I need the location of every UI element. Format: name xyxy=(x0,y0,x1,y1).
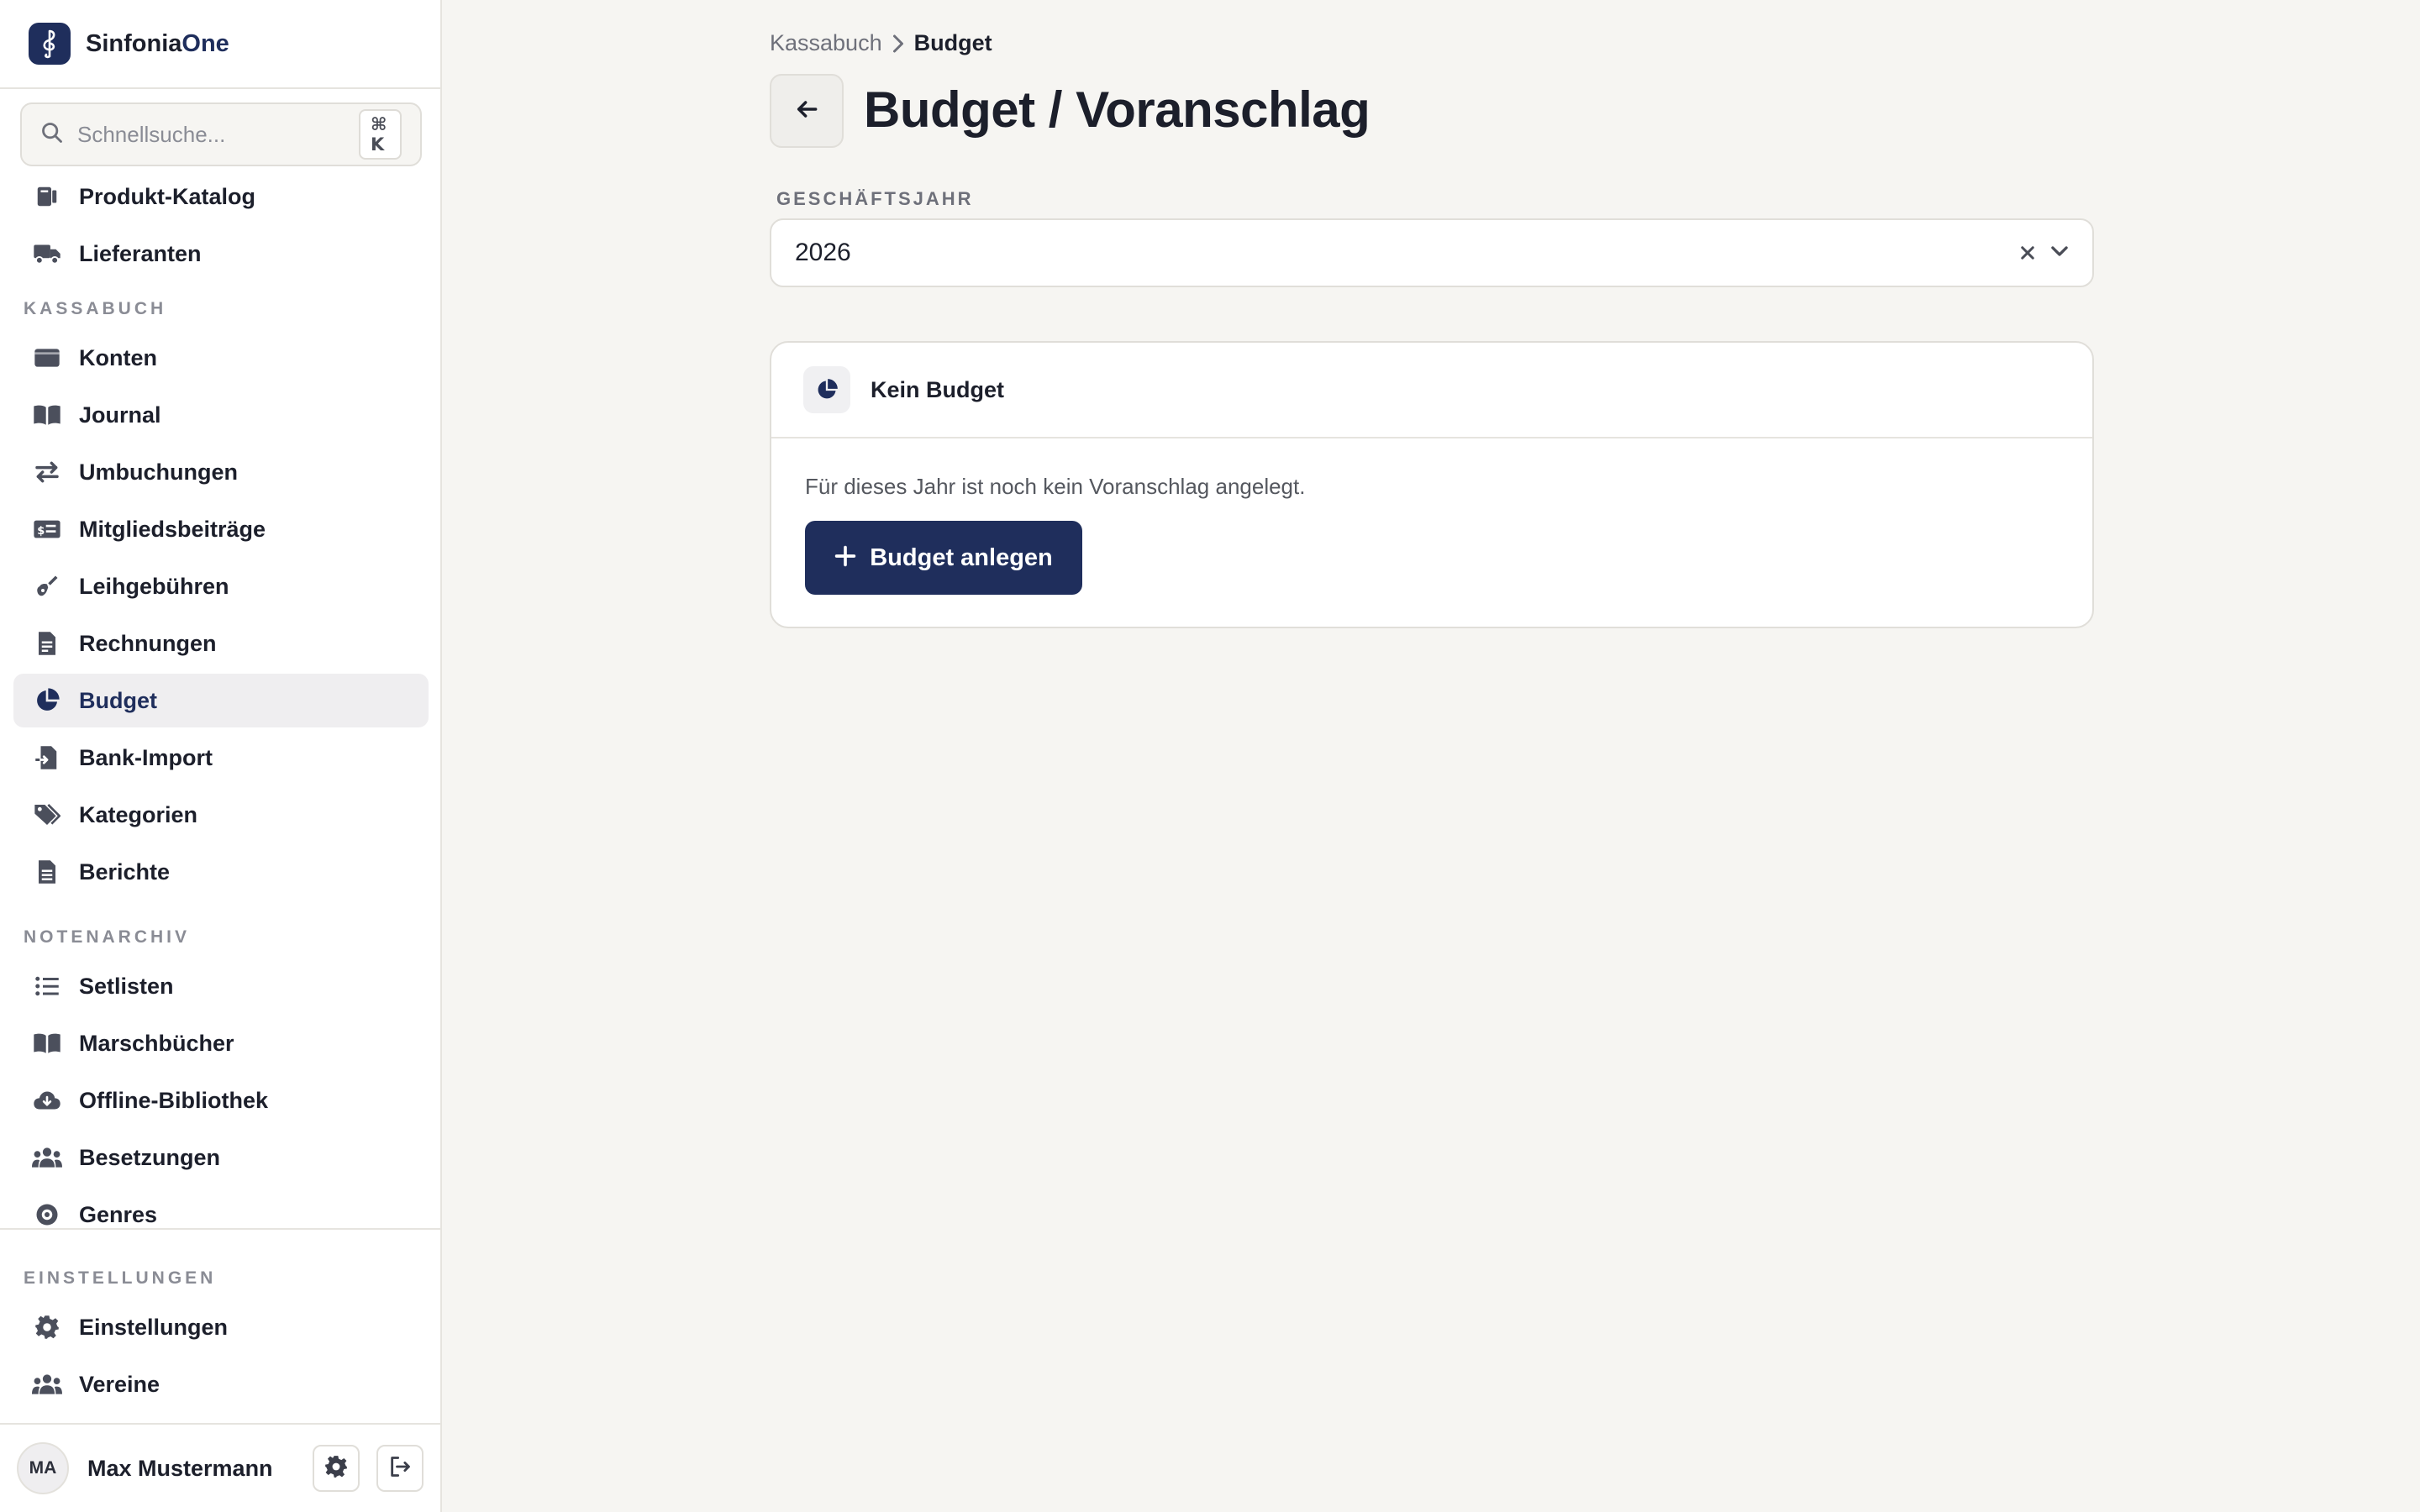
section-title-notenarchiv: NOTENARCHIV xyxy=(24,927,191,947)
money-card-icon: $ xyxy=(32,514,62,544)
sidebar-item-konten[interactable]: Konten xyxy=(13,331,429,385)
fiscal-year-value: 2026 xyxy=(795,239,851,266)
sidebar-item-label: Journal xyxy=(79,402,161,428)
invoice-icon xyxy=(32,628,62,659)
cloud-download-icon xyxy=(32,1085,62,1116)
sidebar-item-setlisten[interactable]: Setlisten xyxy=(13,959,429,1013)
sidebar-item-rechnungen[interactable]: Rechnungen xyxy=(13,617,429,670)
brand-header: SinfoniaOne xyxy=(0,0,440,89)
breadcrumb-current: Budget xyxy=(913,30,992,55)
fiscal-year-label: GESCHÄFTSJAHR xyxy=(776,188,974,209)
fiscal-year-select[interactable]: 2026 xyxy=(770,218,2094,287)
search-input[interactable] xyxy=(77,121,359,148)
sidebar: SinfoniaOne ⌘ K Produkt-Katalog Lieferan… xyxy=(0,0,442,1512)
file-import-icon xyxy=(32,743,62,773)
sidebar-item-label: Genres xyxy=(79,1201,158,1227)
sidebar-item-label: Leihgebühren xyxy=(79,573,229,599)
pie-chart-icon xyxy=(803,366,850,413)
sidebar-nav: Produkt-Katalog Lieferanten KASSABUCH Ko… xyxy=(0,168,440,1228)
sidebar-item-label: Berichte xyxy=(79,858,171,885)
list-icon xyxy=(32,971,62,1001)
app-logo xyxy=(29,23,71,65)
logout-button[interactable] xyxy=(376,1445,424,1492)
users-icon xyxy=(32,1369,62,1399)
book-open-icon xyxy=(32,400,62,430)
report-icon xyxy=(32,857,62,887)
chevron-down-icon[interactable] xyxy=(2049,240,2070,266)
breadcrumb: Kassabuch Budget xyxy=(770,30,992,56)
app-name: SinfoniaOne xyxy=(86,29,229,57)
nav-divider xyxy=(0,1228,440,1230)
search-shortcut-badge: ⌘ K xyxy=(359,109,402,160)
truck-icon xyxy=(32,239,62,269)
empty-state-message: Für dieses Jahr ist noch kein Voranschla… xyxy=(805,474,1306,499)
sidebar-item-mitgliedsbeitraege[interactable]: $ Mitgliedsbeiträge xyxy=(13,502,429,556)
user-settings-button[interactable] xyxy=(313,1445,360,1492)
book-open-icon xyxy=(32,1028,62,1058)
sidebar-item-label: Marschbücher xyxy=(79,1030,234,1056)
sidebar-item-offline-bibliothek[interactable]: Offline-Bibliothek xyxy=(13,1074,429,1127)
sidebar-item-label: Umbuchungen xyxy=(79,459,238,485)
back-button[interactable] xyxy=(770,74,844,148)
section-title-kassabuch: KASSABUCH xyxy=(24,299,167,318)
users-icon xyxy=(32,1142,62,1173)
sidebar-item-produkt-katalog[interactable]: Produkt-Katalog xyxy=(13,170,429,223)
record-icon xyxy=(32,1200,62,1228)
pie-chart-icon xyxy=(32,685,62,716)
quick-search[interactable]: ⌘ K xyxy=(20,102,422,166)
sidebar-item-journal[interactable]: Journal xyxy=(13,388,429,442)
arrow-left-icon xyxy=(793,96,820,127)
sidebar-item-label: Kategorien xyxy=(79,801,198,827)
sidebar-item-kategorien[interactable]: Kategorien xyxy=(13,788,429,842)
user-panel: MA Max Mustermann xyxy=(0,1425,440,1512)
sidebar-item-einstellungen[interactable]: Einstellungen xyxy=(13,1300,429,1354)
section-title-einstellungen: EINSTELLUNGEN xyxy=(24,1268,217,1288)
sidebar-item-label: Offline-Bibliothek xyxy=(79,1087,268,1113)
sidebar-item-bank-import[interactable]: Bank-Import xyxy=(13,731,429,785)
sidebar-item-label: Budget xyxy=(79,687,157,713)
gear-icon xyxy=(324,1455,348,1483)
budget-card: Kein Budget Für dieses Jahr ist noch kei… xyxy=(770,341,2094,628)
breadcrumb-link-kassabuch[interactable]: Kassabuch xyxy=(770,30,882,56)
create-budget-button[interactable]: Budget anlegen xyxy=(805,521,1082,595)
sidebar-item-marschbuecher[interactable]: Marschbücher xyxy=(13,1016,429,1070)
transfer-icon xyxy=(32,457,62,487)
sidebar-item-label: Produkt-Katalog xyxy=(79,183,256,209)
clear-icon[interactable] xyxy=(2015,240,2040,265)
sidebar-item-lieferanten[interactable]: Lieferanten xyxy=(13,227,429,281)
sidebar-item-label: Setlisten xyxy=(79,973,174,999)
sidebar-item-besetzungen[interactable]: Besetzungen xyxy=(13,1131,429,1184)
budget-card-header: Kein Budget xyxy=(771,343,2092,438)
sidebar-item-leihgebuehren[interactable]: Leihgebühren xyxy=(13,559,429,613)
plus-icon xyxy=(834,545,856,571)
user-name: Max Mustermann xyxy=(87,1455,273,1481)
sidebar-item-label: Besetzungen xyxy=(79,1144,221,1170)
budget-card-title: Kein Budget xyxy=(871,376,1004,402)
sidebar-item-umbuchungen[interactable]: Umbuchungen xyxy=(13,445,429,499)
svg-text:$: $ xyxy=(37,525,45,538)
sidebar-item-label: Einstellungen xyxy=(79,1314,229,1340)
page-title: Budget / Voranschlag xyxy=(864,81,1370,138)
wallet-icon xyxy=(32,343,62,373)
gear-icon xyxy=(32,1312,62,1342)
tags-icon xyxy=(32,800,62,830)
sidebar-item-genres[interactable]: Genres xyxy=(13,1188,429,1228)
avatar[interactable]: MA xyxy=(17,1442,69,1494)
catalog-icon xyxy=(32,181,62,212)
sidebar-item-budget[interactable]: Budget xyxy=(13,674,429,727)
search-icon xyxy=(40,121,64,149)
create-budget-label: Budget anlegen xyxy=(870,543,1053,571)
sidebar-item-label: Vereine xyxy=(79,1371,160,1397)
sidebar-item-label: Konten xyxy=(79,344,157,370)
sidebar-item-berichte[interactable]: Berichte xyxy=(13,845,429,899)
guitar-icon xyxy=(32,571,62,601)
sidebar-item-vereine[interactable]: Vereine xyxy=(13,1357,429,1411)
sidebar-item-label: Bank-Import xyxy=(79,744,213,770)
sidebar-item-label: Mitgliedsbeiträge xyxy=(79,516,266,542)
sidebar-item-label: Rechnungen xyxy=(79,630,217,656)
chevron-right-icon xyxy=(891,34,906,54)
sidebar-item-label: Lieferanten xyxy=(79,240,202,266)
logout-icon xyxy=(388,1455,412,1483)
